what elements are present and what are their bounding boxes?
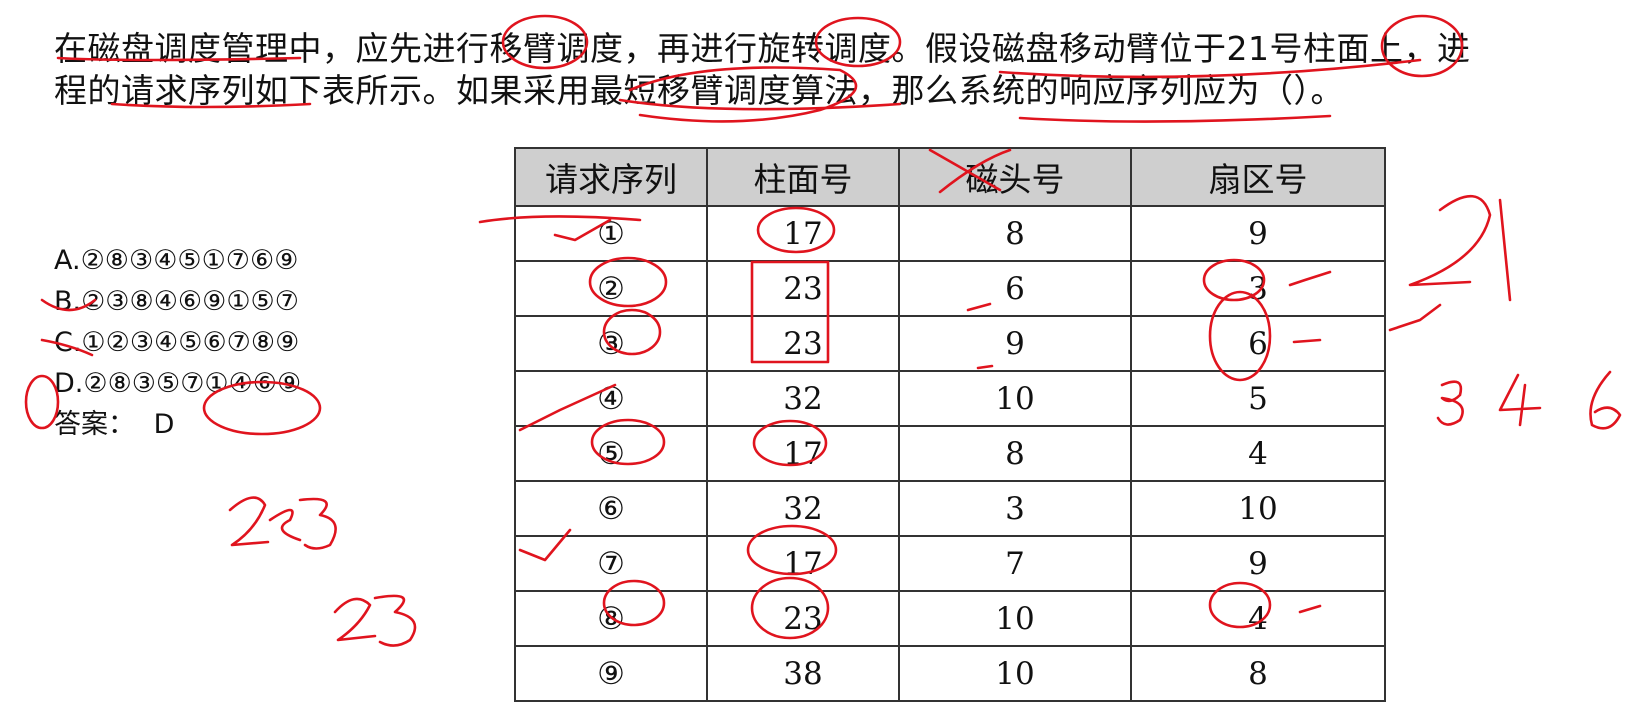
header-request-seq: 请求序列 (514, 147, 708, 207)
cell-cylinder: 32 (706, 370, 900, 427)
answer-label: 答案： (54, 409, 135, 440)
cell-seq: ⑥ (514, 480, 708, 537)
cell-cylinder: 17 (706, 535, 900, 592)
cell-head: 10 (898, 370, 1132, 427)
table-row: ⑦ 17 7 9 (514, 535, 1386, 592)
cell-head: 3 (898, 480, 1132, 537)
cell-cylinder: 32 (706, 480, 900, 537)
cell-head: 6 (898, 260, 1132, 317)
cell-cylinder: 38 (706, 645, 900, 702)
table-row: ② 23 6 3 (514, 260, 1386, 317)
cell-cylinder: 23 (706, 590, 900, 647)
handwriting (373, 594, 417, 647)
question-line-1: 在磁盘调度管理中，应先进行移臂调度，再进行旋转调度。假设磁盘移动臂位于21号柱面… (54, 29, 1471, 68)
cell-cylinder: 17 (706, 425, 900, 482)
cell-seq: ② (514, 260, 708, 317)
answer-value: D (153, 409, 175, 440)
cell-sector: 8 (1130, 645, 1386, 702)
table-row: ① 17 8 9 (514, 205, 1386, 262)
question-text: 在磁盘调度管理中，应先进行移臂调度，再进行旋转调度。假设磁盘移动臂位于21号柱面… (54, 28, 1574, 112)
cell-sector: 9 (1130, 205, 1386, 262)
table-row: ④ 32 10 5 (514, 370, 1386, 427)
handwriting (333, 597, 377, 642)
cell-sector: 9 (1130, 535, 1386, 592)
question-line-2: 程的请求序列如下表所示。如果采用最短移臂调度算法，那么系统的响应序列应为（）。 (54, 71, 1344, 110)
cell-sector: 4 (1130, 590, 1386, 647)
cell-head: 10 (898, 645, 1132, 702)
cell-seq: ④ (514, 370, 708, 427)
handwriting (298, 497, 337, 550)
header-head: 磁头号 (898, 147, 1132, 207)
option-d: D.②⑧③⑤⑦①④⑥⑨ (54, 368, 302, 399)
table-row: ⑨ 38 10 8 (514, 645, 1386, 702)
handwriting (1589, 370, 1622, 430)
table-row: ⑥ 32 3 10 (514, 480, 1386, 537)
table-row: ③ 23 9 6 (514, 315, 1386, 372)
option-a: A.②⑧③④⑤①⑦⑥⑨ (54, 245, 299, 276)
cell-head: 8 (898, 205, 1132, 262)
underline-stroke (1018, 114, 1332, 123)
cell-sector: 3 (1130, 260, 1386, 317)
cell-seq: ⑤ (514, 425, 708, 482)
handwriting (1388, 303, 1442, 332)
cell-sector: 5 (1130, 370, 1386, 427)
request-table: 请求序列 柱面号 磁头号 扇区号 ① 17 8 9 ② 23 6 3 ③ 23 … (514, 147, 1386, 702)
cell-head: 9 (898, 315, 1132, 372)
table-row: ⑧ 23 10 4 (514, 590, 1386, 647)
handwriting (1498, 373, 1542, 427)
option-b: B.②③⑧④⑥⑨①⑤⑦ (54, 286, 299, 317)
cell-cylinder: 17 (706, 205, 900, 262)
cell-seq: ① (514, 205, 708, 262)
answer-options: A.②⑧③④⑤①⑦⑥⑨ B.②③⑧④⑥⑨①⑤⑦ C.①②③④⑤⑥⑦⑧⑨ D.②⑧… (54, 240, 301, 445)
handwriting (268, 508, 302, 542)
header-cylinder: 柱面号 (706, 147, 900, 207)
cell-cylinder: 23 (706, 260, 900, 317)
cell-cylinder: 23 (706, 315, 900, 372)
cell-sector: 4 (1130, 425, 1386, 482)
cell-seq: ⑧ (514, 590, 708, 647)
handwriting (228, 496, 270, 547)
answer-line: 答案： D (54, 404, 301, 445)
cell-seq: ③ (514, 315, 708, 372)
cell-seq: ⑦ (514, 535, 708, 592)
handwriting (1498, 198, 1512, 302)
cell-head: 8 (898, 425, 1132, 482)
cell-seq: ⑨ (514, 645, 708, 702)
table-header-row: 请求序列 柱面号 磁头号 扇区号 (514, 147, 1386, 207)
cell-sector: 6 (1130, 315, 1386, 372)
handwriting (1436, 380, 1464, 426)
handwriting (1408, 194, 1492, 287)
table-row: ⑤ 17 8 4 (514, 425, 1386, 482)
cell-head: 10 (898, 590, 1132, 647)
cell-head: 7 (898, 535, 1132, 592)
option-c: C.①②③④⑤⑥⑦⑧⑨ (54, 327, 300, 358)
cell-sector: 10 (1130, 480, 1386, 537)
header-sector: 扇区号 (1130, 147, 1386, 207)
